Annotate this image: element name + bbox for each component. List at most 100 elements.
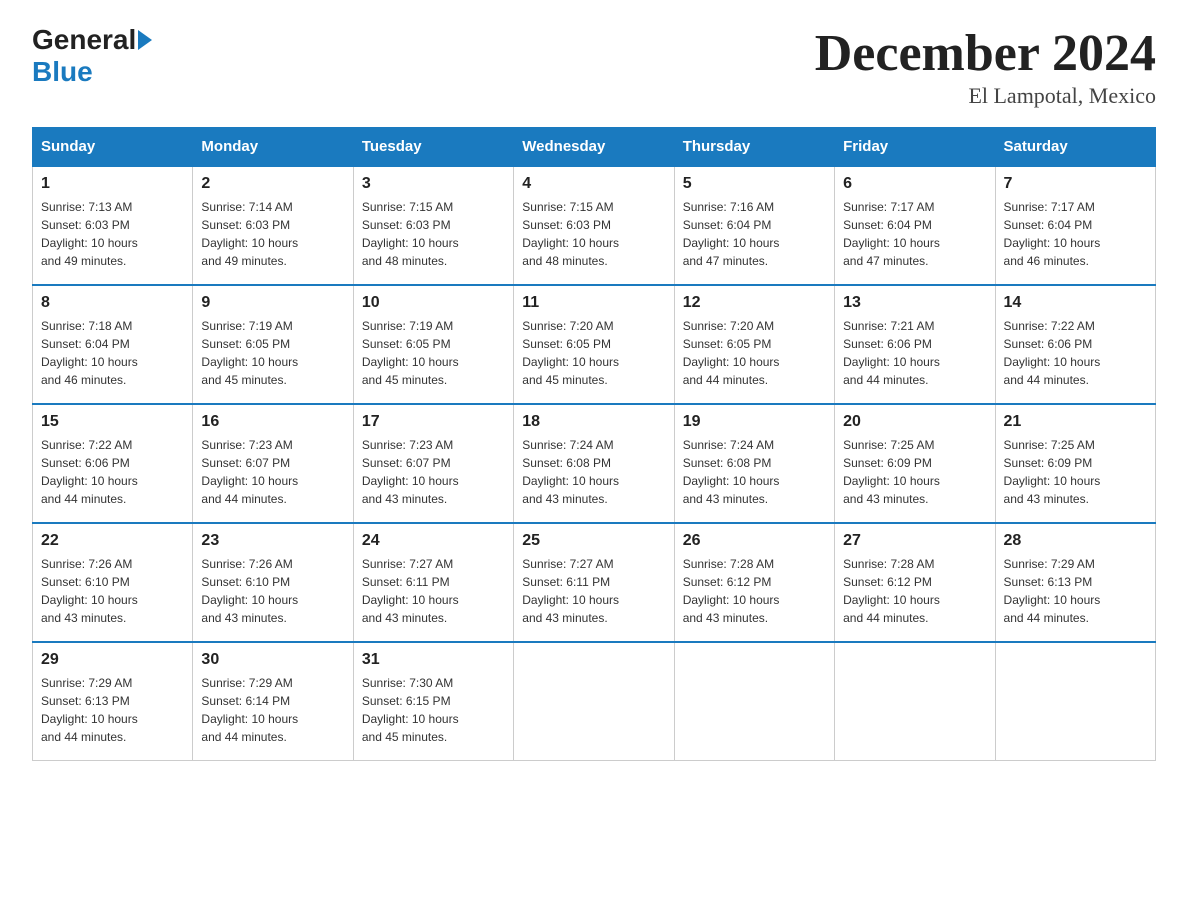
day-number: 19 — [683, 413, 826, 431]
calendar-cell: 12 Sunrise: 7:20 AM Sunset: 6:05 PM Dayl… — [674, 285, 834, 404]
calendar-cell: 17 Sunrise: 7:23 AM Sunset: 6:07 PM Dayl… — [353, 404, 513, 523]
calendar-cell: 26 Sunrise: 7:28 AM Sunset: 6:12 PM Dayl… — [674, 523, 834, 642]
calendar-week-row: 8 Sunrise: 7:18 AM Sunset: 6:04 PM Dayli… — [33, 285, 1156, 404]
page-header: General Blue December 2024 El Lampotal, … — [32, 24, 1156, 109]
title-block: December 2024 El Lampotal, Mexico — [815, 24, 1156, 109]
day-number: 31 — [362, 651, 505, 669]
day-info: Sunrise: 7:13 AM Sunset: 6:03 PM Dayligh… — [41, 198, 184, 270]
calendar-cell: 14 Sunrise: 7:22 AM Sunset: 6:06 PM Dayl… — [995, 285, 1155, 404]
day-number: 22 — [41, 532, 184, 550]
logo-blue-text: Blue — [32, 56, 93, 88]
calendar-header-row: SundayMondayTuesdayWednesdayThursdayFrid… — [33, 128, 1156, 167]
page-subtitle: El Lampotal, Mexico — [815, 83, 1156, 109]
day-info: Sunrise: 7:29 AM Sunset: 6:13 PM Dayligh… — [1004, 555, 1147, 627]
calendar-cell: 13 Sunrise: 7:21 AM Sunset: 6:06 PM Dayl… — [835, 285, 995, 404]
day-number: 14 — [1004, 294, 1147, 312]
day-number: 7 — [1004, 175, 1147, 193]
day-info: Sunrise: 7:15 AM Sunset: 6:03 PM Dayligh… — [522, 198, 665, 270]
day-number: 30 — [201, 651, 344, 669]
day-info: Sunrise: 7:19 AM Sunset: 6:05 PM Dayligh… — [201, 317, 344, 389]
calendar-cell — [835, 642, 995, 761]
calendar-header-friday: Friday — [835, 128, 995, 167]
day-info: Sunrise: 7:20 AM Sunset: 6:05 PM Dayligh… — [522, 317, 665, 389]
calendar-cell: 16 Sunrise: 7:23 AM Sunset: 6:07 PM Dayl… — [193, 404, 353, 523]
calendar-header-monday: Monday — [193, 128, 353, 167]
calendar-header-tuesday: Tuesday — [353, 128, 513, 167]
day-number: 2 — [201, 175, 344, 193]
day-info: Sunrise: 7:27 AM Sunset: 6:11 PM Dayligh… — [522, 555, 665, 627]
day-info: Sunrise: 7:29 AM Sunset: 6:14 PM Dayligh… — [201, 674, 344, 746]
calendar-cell: 1 Sunrise: 7:13 AM Sunset: 6:03 PM Dayli… — [33, 166, 193, 285]
day-info: Sunrise: 7:25 AM Sunset: 6:09 PM Dayligh… — [843, 436, 986, 508]
calendar-cell: 30 Sunrise: 7:29 AM Sunset: 6:14 PM Dayl… — [193, 642, 353, 761]
calendar-cell: 22 Sunrise: 7:26 AM Sunset: 6:10 PM Dayl… — [33, 523, 193, 642]
day-number: 1 — [41, 175, 184, 193]
page-title: December 2024 — [815, 24, 1156, 83]
calendar-cell — [674, 642, 834, 761]
day-number: 10 — [362, 294, 505, 312]
day-info: Sunrise: 7:23 AM Sunset: 6:07 PM Dayligh… — [201, 436, 344, 508]
day-info: Sunrise: 7:27 AM Sunset: 6:11 PM Dayligh… — [362, 555, 505, 627]
calendar-cell: 4 Sunrise: 7:15 AM Sunset: 6:03 PM Dayli… — [514, 166, 674, 285]
calendar-week-row: 29 Sunrise: 7:29 AM Sunset: 6:13 PM Dayl… — [33, 642, 1156, 761]
calendar-cell — [514, 642, 674, 761]
calendar-cell: 7 Sunrise: 7:17 AM Sunset: 6:04 PM Dayli… — [995, 166, 1155, 285]
calendar-cell: 18 Sunrise: 7:24 AM Sunset: 6:08 PM Dayl… — [514, 404, 674, 523]
day-info: Sunrise: 7:26 AM Sunset: 6:10 PM Dayligh… — [41, 555, 184, 627]
day-number: 3 — [362, 175, 505, 193]
calendar-header-thursday: Thursday — [674, 128, 834, 167]
day-info: Sunrise: 7:16 AM Sunset: 6:04 PM Dayligh… — [683, 198, 826, 270]
calendar-cell: 20 Sunrise: 7:25 AM Sunset: 6:09 PM Dayl… — [835, 404, 995, 523]
day-number: 20 — [843, 413, 986, 431]
day-number: 27 — [843, 532, 986, 550]
day-number: 12 — [683, 294, 826, 312]
day-info: Sunrise: 7:17 AM Sunset: 6:04 PM Dayligh… — [843, 198, 986, 270]
day-info: Sunrise: 7:22 AM Sunset: 6:06 PM Dayligh… — [41, 436, 184, 508]
day-info: Sunrise: 7:26 AM Sunset: 6:10 PM Dayligh… — [201, 555, 344, 627]
calendar-cell: 24 Sunrise: 7:27 AM Sunset: 6:11 PM Dayl… — [353, 523, 513, 642]
day-number: 25 — [522, 532, 665, 550]
calendar-cell: 29 Sunrise: 7:29 AM Sunset: 6:13 PM Dayl… — [33, 642, 193, 761]
calendar-cell: 28 Sunrise: 7:29 AM Sunset: 6:13 PM Dayl… — [995, 523, 1155, 642]
calendar-cell: 21 Sunrise: 7:25 AM Sunset: 6:09 PM Dayl… — [995, 404, 1155, 523]
day-info: Sunrise: 7:21 AM Sunset: 6:06 PM Dayligh… — [843, 317, 986, 389]
day-number: 13 — [843, 294, 986, 312]
day-number: 28 — [1004, 532, 1147, 550]
calendar-cell: 6 Sunrise: 7:17 AM Sunset: 6:04 PM Dayli… — [835, 166, 995, 285]
day-info: Sunrise: 7:18 AM Sunset: 6:04 PM Dayligh… — [41, 317, 184, 389]
day-info: Sunrise: 7:28 AM Sunset: 6:12 PM Dayligh… — [843, 555, 986, 627]
day-number: 5 — [683, 175, 826, 193]
day-info: Sunrise: 7:20 AM Sunset: 6:05 PM Dayligh… — [683, 317, 826, 389]
day-number: 24 — [362, 532, 505, 550]
day-number: 8 — [41, 294, 184, 312]
day-info: Sunrise: 7:17 AM Sunset: 6:04 PM Dayligh… — [1004, 198, 1147, 270]
day-info: Sunrise: 7:30 AM Sunset: 6:15 PM Dayligh… — [362, 674, 505, 746]
calendar-cell: 10 Sunrise: 7:19 AM Sunset: 6:05 PM Dayl… — [353, 285, 513, 404]
logo: General Blue — [32, 24, 154, 88]
day-number: 29 — [41, 651, 184, 669]
calendar-cell — [995, 642, 1155, 761]
logo-flag-icon — [138, 30, 152, 50]
calendar-cell: 8 Sunrise: 7:18 AM Sunset: 6:04 PM Dayli… — [33, 285, 193, 404]
calendar-header-saturday: Saturday — [995, 128, 1155, 167]
calendar-cell: 9 Sunrise: 7:19 AM Sunset: 6:05 PM Dayli… — [193, 285, 353, 404]
day-number: 18 — [522, 413, 665, 431]
day-info: Sunrise: 7:22 AM Sunset: 6:06 PM Dayligh… — [1004, 317, 1147, 389]
calendar-cell: 23 Sunrise: 7:26 AM Sunset: 6:10 PM Dayl… — [193, 523, 353, 642]
day-number: 21 — [1004, 413, 1147, 431]
day-number: 15 — [41, 413, 184, 431]
day-info: Sunrise: 7:24 AM Sunset: 6:08 PM Dayligh… — [683, 436, 826, 508]
day-info: Sunrise: 7:25 AM Sunset: 6:09 PM Dayligh… — [1004, 436, 1147, 508]
calendar-cell: 11 Sunrise: 7:20 AM Sunset: 6:05 PM Dayl… — [514, 285, 674, 404]
calendar-header-sunday: Sunday — [33, 128, 193, 167]
day-number: 17 — [362, 413, 505, 431]
calendar-cell: 25 Sunrise: 7:27 AM Sunset: 6:11 PM Dayl… — [514, 523, 674, 642]
calendar-cell: 3 Sunrise: 7:15 AM Sunset: 6:03 PM Dayli… — [353, 166, 513, 285]
calendar-cell: 19 Sunrise: 7:24 AM Sunset: 6:08 PM Dayl… — [674, 404, 834, 523]
calendar-header-wednesday: Wednesday — [514, 128, 674, 167]
day-info: Sunrise: 7:28 AM Sunset: 6:12 PM Dayligh… — [683, 555, 826, 627]
calendar-week-row: 22 Sunrise: 7:26 AM Sunset: 6:10 PM Dayl… — [33, 523, 1156, 642]
day-number: 6 — [843, 175, 986, 193]
day-number: 9 — [201, 294, 344, 312]
day-info: Sunrise: 7:23 AM Sunset: 6:07 PM Dayligh… — [362, 436, 505, 508]
